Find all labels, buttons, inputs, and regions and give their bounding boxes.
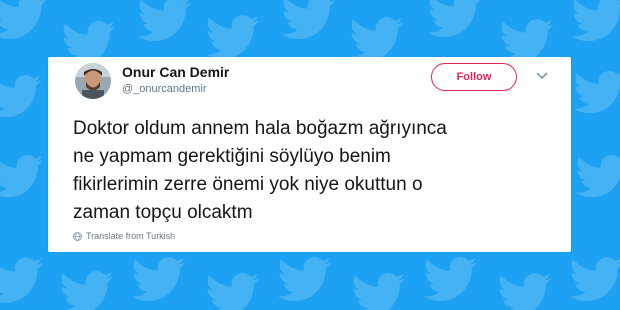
avatar-icon	[75, 63, 111, 99]
author-name[interactable]: Onur Can Demir	[122, 64, 229, 80]
tweet-line: Doktor oldum annem hala boğazm ağrıyınca	[73, 118, 447, 139]
translate-link[interactable]: Translate from Turkish	[73, 231, 175, 241]
avatar[interactable]	[75, 63, 111, 99]
tweet-line: ne yapmam gerektiğini söylüyo benim	[73, 146, 391, 167]
tweet-text: Doktor oldum annem hala boğazm ağrıyınca…	[73, 115, 543, 227]
tweet-line: zaman topçu olcaktm	[73, 202, 253, 223]
tweet-line: fikirlerimin zerre önemi yok niye okuttu…	[73, 174, 423, 195]
author-handle[interactable]: @_onurcandemir	[122, 83, 207, 95]
tweet-card: Onur Can Demir @_onurcandemir Follow Dok…	[48, 57, 571, 252]
globe-icon	[73, 231, 82, 241]
chevron-down-icon[interactable]	[535, 69, 549, 83]
translate-label: Translate from Turkish	[86, 231, 176, 241]
follow-button[interactable]: Follow	[431, 63, 517, 91]
